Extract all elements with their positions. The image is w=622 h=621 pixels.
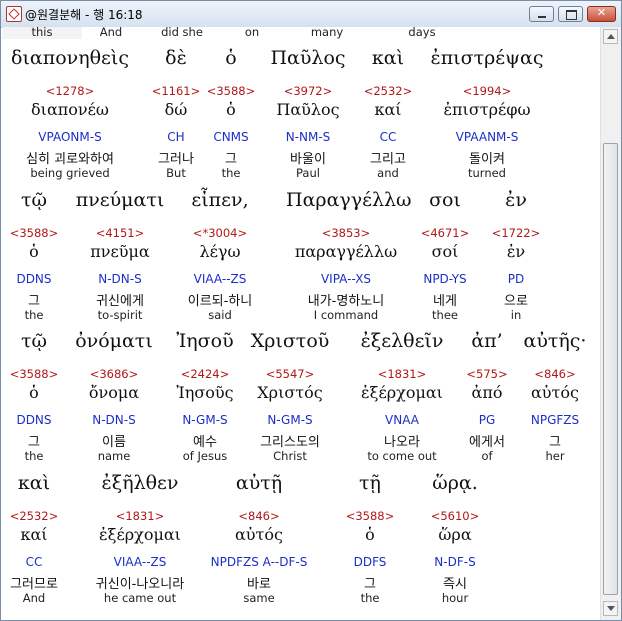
- gloss-text: many: [310, 27, 344, 39]
- strong-number: <846>: [238, 509, 280, 523]
- gloss-text: did she: [161, 27, 203, 39]
- gloss-text: on: [244, 27, 260, 39]
- english-gloss: he came out: [103, 591, 177, 605]
- lemma: ἐν: [506, 242, 526, 261]
- strong-number: <1278>: [45, 84, 95, 98]
- korean-gloss: 즉시: [443, 577, 467, 592]
- parsing-code: N-DF-S: [434, 555, 476, 569]
- parsing-code: VPAONM-S: [38, 130, 102, 144]
- interlinear-view: this And did she on many days διαπονηθεὶ…: [2, 27, 600, 620]
- previous-line-partial: this And did she on many days: [2, 27, 600, 39]
- english-gloss: in: [510, 308, 522, 322]
- english-gloss: turned: [468, 166, 506, 180]
- strong-number: <*3004>: [192, 226, 248, 240]
- lemma: ἐπιστρέφω: [443, 100, 531, 119]
- korean-gloss: 돌이켜: [469, 152, 505, 167]
- lemma: διαπονέω: [31, 100, 109, 119]
- scroll-down-button[interactable]: [603, 601, 618, 616]
- parsing-code: NPGFZS: [530, 413, 580, 427]
- parsing-code: N-GM-S: [267, 413, 313, 427]
- strong-number: <1722>: [491, 226, 541, 240]
- scroll-thumb[interactable]: [603, 143, 618, 595]
- app-icon: [6, 6, 22, 22]
- english-gloss: said: [208, 308, 232, 322]
- strong-number: <5610>: [430, 509, 480, 523]
- english-gloss: Christ: [273, 449, 307, 463]
- greek-word: Χριστοῦ: [250, 330, 330, 352]
- greek-word: αὐτῇ: [235, 472, 283, 494]
- korean-gloss: 이르되-하니: [187, 294, 253, 309]
- parsing-code: NPDFZS A--DF-S: [210, 555, 308, 569]
- lemma: ὥρα: [438, 525, 472, 544]
- maximize-button[interactable]: [558, 6, 583, 22]
- greek-word: ὥρᾳ.: [432, 472, 478, 494]
- greek-word: εἶπεν,: [191, 189, 249, 211]
- greek-word: ἐπιστρέψας: [430, 47, 544, 69]
- gloss-text: And: [99, 27, 123, 39]
- greek-word: ἐν: [505, 189, 527, 211]
- app-window: @원결분해 - 행 16:18 ✕ this And did she on ma…: [0, 0, 622, 621]
- minimize-button[interactable]: [529, 6, 554, 22]
- vertical-scrollbar[interactable]: [600, 27, 621, 620]
- minimize-icon: [538, 16, 546, 18]
- korean-gloss: 그: [549, 435, 561, 450]
- lemma: αὐτός: [235, 525, 283, 544]
- strong-number: <1994>: [462, 84, 512, 98]
- greek-word: αὐτῆς·: [523, 330, 587, 352]
- scroll-up-button[interactable]: [603, 29, 618, 44]
- strong-number: <846>: [534, 367, 576, 381]
- greek-word: διαπονηθεὶς: [11, 47, 129, 69]
- english-gloss: same: [243, 591, 275, 605]
- english-gloss: her: [545, 449, 565, 463]
- lemma: αὐτός: [531, 383, 579, 402]
- close-icon: ✕: [596, 6, 607, 19]
- greek-word: ἐξῆλθεν: [101, 472, 179, 494]
- parsing-code: PD: [507, 272, 525, 286]
- arrow-up-icon: [607, 34, 615, 39]
- korean-gloss: 귀신이-나오니라: [95, 577, 185, 592]
- korean-gloss: 심히 괴로와하여: [26, 152, 114, 167]
- korean-gloss: 그리스도의: [260, 435, 320, 450]
- parsing-code: VIAA--ZS: [113, 555, 167, 569]
- lemma: ἐξέρχομαι: [99, 525, 181, 544]
- title-bar[interactable]: @원결분해 - 행 16:18 ✕: [1, 1, 621, 28]
- maximize-icon: [566, 10, 577, 20]
- strong-number: <1831>: [115, 509, 165, 523]
- english-gloss: being grieved: [30, 166, 110, 180]
- gloss-text: this: [31, 27, 53, 39]
- lemma: Χριστός: [257, 383, 323, 402]
- korean-gloss: 으로: [504, 294, 528, 309]
- window-title: @원결분해 - 행 16:18: [25, 8, 143, 22]
- close-button[interactable]: ✕: [587, 6, 616, 22]
- lemma: λέγω: [199, 242, 241, 261]
- strong-number: <5547>: [265, 367, 315, 381]
- gloss-text: days: [408, 27, 436, 39]
- korean-gloss: 바로: [247, 577, 271, 592]
- parsing-code: VIAA--ZS: [193, 272, 247, 286]
- english-gloss: hour: [441, 591, 469, 605]
- parsing-code: VPAANM-S: [455, 130, 519, 144]
- arrow-down-icon: [607, 606, 615, 611]
